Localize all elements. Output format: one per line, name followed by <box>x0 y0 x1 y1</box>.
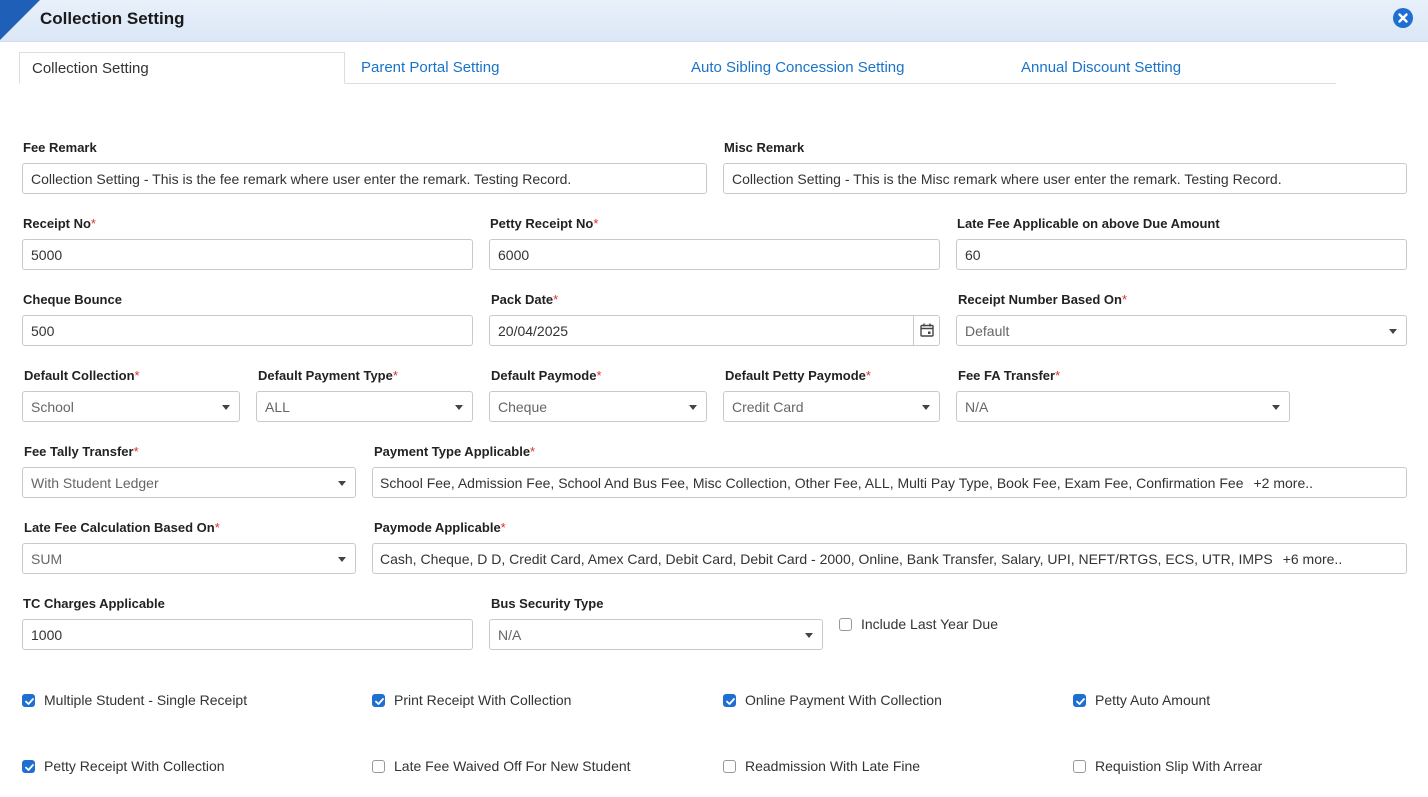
petty-auto-amount-checkbox[interactable]: Petty Auto Amount <box>1073 692 1373 710</box>
tab-auto-sibling-concession-setting[interactable]: Auto Sibling Concession Setting <box>691 52 904 84</box>
default-petty-paymode-label: Default Petty Paymode* <box>725 368 871 383</box>
chevron-down-icon <box>1389 329 1397 334</box>
default-paymode-label: Default Paymode* <box>491 368 602 383</box>
check-icon <box>25 764 34 771</box>
checkbox-box[interactable] <box>372 694 385 707</box>
tab-bar: Collection Setting Parent Portal Setting… <box>19 52 1336 84</box>
chevron-down-icon <box>222 405 230 410</box>
calendar-icon <box>920 323 934 337</box>
chevron-down-icon <box>1272 405 1280 410</box>
late-fee-applicable-input[interactable]: 60 <box>956 239 1407 270</box>
payment-type-applicable-label: Payment Type Applicable* <box>374 444 536 459</box>
petty-receipt-no-label: Petty Receipt No* <box>490 216 599 231</box>
checkbox-box[interactable] <box>1073 694 1086 707</box>
default-paymode-select[interactable]: Cheque <box>489 391 707 422</box>
bus-security-type-select[interactable]: N/A <box>489 619 823 650</box>
readmission-with-late-fine-checkbox[interactable]: Readmission With Late Fine <box>723 758 1023 776</box>
fee-fa-transfer-label: Fee FA Transfer* <box>958 368 1061 383</box>
cheque-bounce-label: Cheque Bounce <box>23 292 122 307</box>
paymode-applicable-multiselect[interactable]: Cash, Cheque, D D, Credit Card, Amex Car… <box>372 543 1407 574</box>
late-fee-applicable-label: Late Fee Applicable on above Due Amount <box>957 216 1220 231</box>
tab-annual-discount-setting[interactable]: Annual Discount Setting <box>1021 52 1181 84</box>
chevron-down-icon <box>922 405 930 410</box>
receipt-number-based-on-label: Receipt Number Based On* <box>958 292 1128 307</box>
misc-remark-input[interactable]: Collection Setting - This is the Misc re… <box>723 163 1407 194</box>
paymode-applicable-label: Paymode Applicable* <box>374 520 506 535</box>
checkbox-label: Include Last Year Due <box>861 616 998 632</box>
requisition-slip-with-arrear-checkbox[interactable]: Requistion Slip With Arrear <box>1073 758 1373 776</box>
checkbox-label: Requistion Slip With Arrear <box>1095 758 1263 774</box>
checkbox-label: Readmission With Late Fine <box>745 758 921 774</box>
cheque-bounce-input[interactable]: 500 <box>22 315 473 346</box>
receipt-no-label: Receipt No* <box>23 216 96 231</box>
late-fee-calc-select[interactable]: SUM <box>22 543 356 574</box>
online-payment-with-collection-checkbox[interactable]: Online Payment With Collection <box>723 692 1023 710</box>
checkbox-label: Print Receipt With Collection <box>394 692 572 708</box>
checkbox-label: Late Fee Waived Off For New Student <box>394 758 631 774</box>
checkbox-label: Petty Auto Amount <box>1095 692 1211 708</box>
check-icon <box>25 698 34 705</box>
bus-security-type-label: Bus Security Type <box>491 596 604 611</box>
chevron-down-icon <box>455 405 463 410</box>
calendar-button[interactable] <box>913 316 939 345</box>
chevron-down-icon <box>338 557 346 562</box>
late-fee-calc-label: Late Fee Calculation Based On* <box>24 520 220 535</box>
checkbox-box[interactable] <box>839 618 852 631</box>
multiple-student-single-receipt-checkbox[interactable]: Multiple Student - Single Receipt <box>22 692 322 710</box>
tab-collection-setting[interactable]: Collection Setting <box>19 52 345 84</box>
check-icon <box>1076 698 1085 705</box>
fee-tally-transfer-select[interactable]: With Student Ledger <box>22 467 356 498</box>
pack-date-label: Pack Date* <box>491 292 559 307</box>
payment-type-applicable-multiselect[interactable]: School Fee, Admission Fee, School And Bu… <box>372 467 1407 498</box>
chevron-down-icon <box>338 481 346 486</box>
checkbox-box[interactable] <box>22 694 35 707</box>
checkbox-box[interactable] <box>372 760 385 773</box>
default-petty-paymode-select[interactable]: Credit Card <box>723 391 940 422</box>
default-payment-type-label: Default Payment Type* <box>258 368 398 383</box>
receipt-no-input[interactable]: 5000 <box>22 239 473 270</box>
tab-parent-portal-setting[interactable]: Parent Portal Setting <box>361 52 499 84</box>
checkbox-box[interactable] <box>1073 760 1086 773</box>
check-icon <box>726 698 735 705</box>
late-fee-waived-off-checkbox[interactable]: Late Fee Waived Off For New Student <box>372 758 692 776</box>
chevron-down-icon <box>689 405 697 410</box>
dialog-header: Collection Setting <box>0 0 1428 42</box>
more-count: +6 more.. <box>1282 551 1343 567</box>
tc-charges-input[interactable]: 1000 <box>22 619 473 650</box>
print-receipt-with-collection-checkbox[interactable]: Print Receipt With Collection <box>372 692 672 710</box>
more-count: +2 more.. <box>1253 475 1314 491</box>
default-payment-type-select[interactable]: ALL <box>256 391 473 422</box>
checkbox-label: Multiple Student - Single Receipt <box>44 692 248 708</box>
tc-charges-label: TC Charges Applicable <box>23 596 165 611</box>
include-last-year-due-checkbox[interactable]: Include Last Year Due <box>839 616 1039 634</box>
default-collection-label: Default Collection* <box>24 368 140 383</box>
petty-receipt-with-collection-checkbox[interactable]: Petty Receipt With Collection <box>22 758 322 776</box>
checkbox-box[interactable] <box>723 760 736 773</box>
chevron-down-icon <box>805 633 813 638</box>
checkbox-box[interactable] <box>22 760 35 773</box>
close-icon[interactable] <box>1393 8 1413 28</box>
receipt-number-based-on-select[interactable]: Default <box>956 315 1407 346</box>
misc-remark-label: Misc Remark <box>724 140 805 155</box>
header-corner-accent <box>0 0 40 40</box>
checkbox-box[interactable] <box>723 694 736 707</box>
checkbox-label: Online Payment With Collection <box>745 692 942 708</box>
fee-remark-label: Fee Remark <box>23 140 97 155</box>
pack-date-input[interactable]: 20/04/2025 <box>489 315 940 346</box>
fee-remark-input[interactable]: Collection Setting - This is the fee rem… <box>22 163 707 194</box>
check-icon <box>375 698 384 705</box>
dialog-title: Collection Setting <box>40 9 185 28</box>
fee-tally-transfer-label: Fee Tally Transfer* <box>24 444 139 459</box>
petty-receipt-no-input[interactable]: 6000 <box>489 239 940 270</box>
default-collection-select[interactable]: School <box>22 391 240 422</box>
fee-fa-transfer-select[interactable]: N/A <box>956 391 1290 422</box>
checkbox-label: Petty Receipt With Collection <box>44 758 225 774</box>
